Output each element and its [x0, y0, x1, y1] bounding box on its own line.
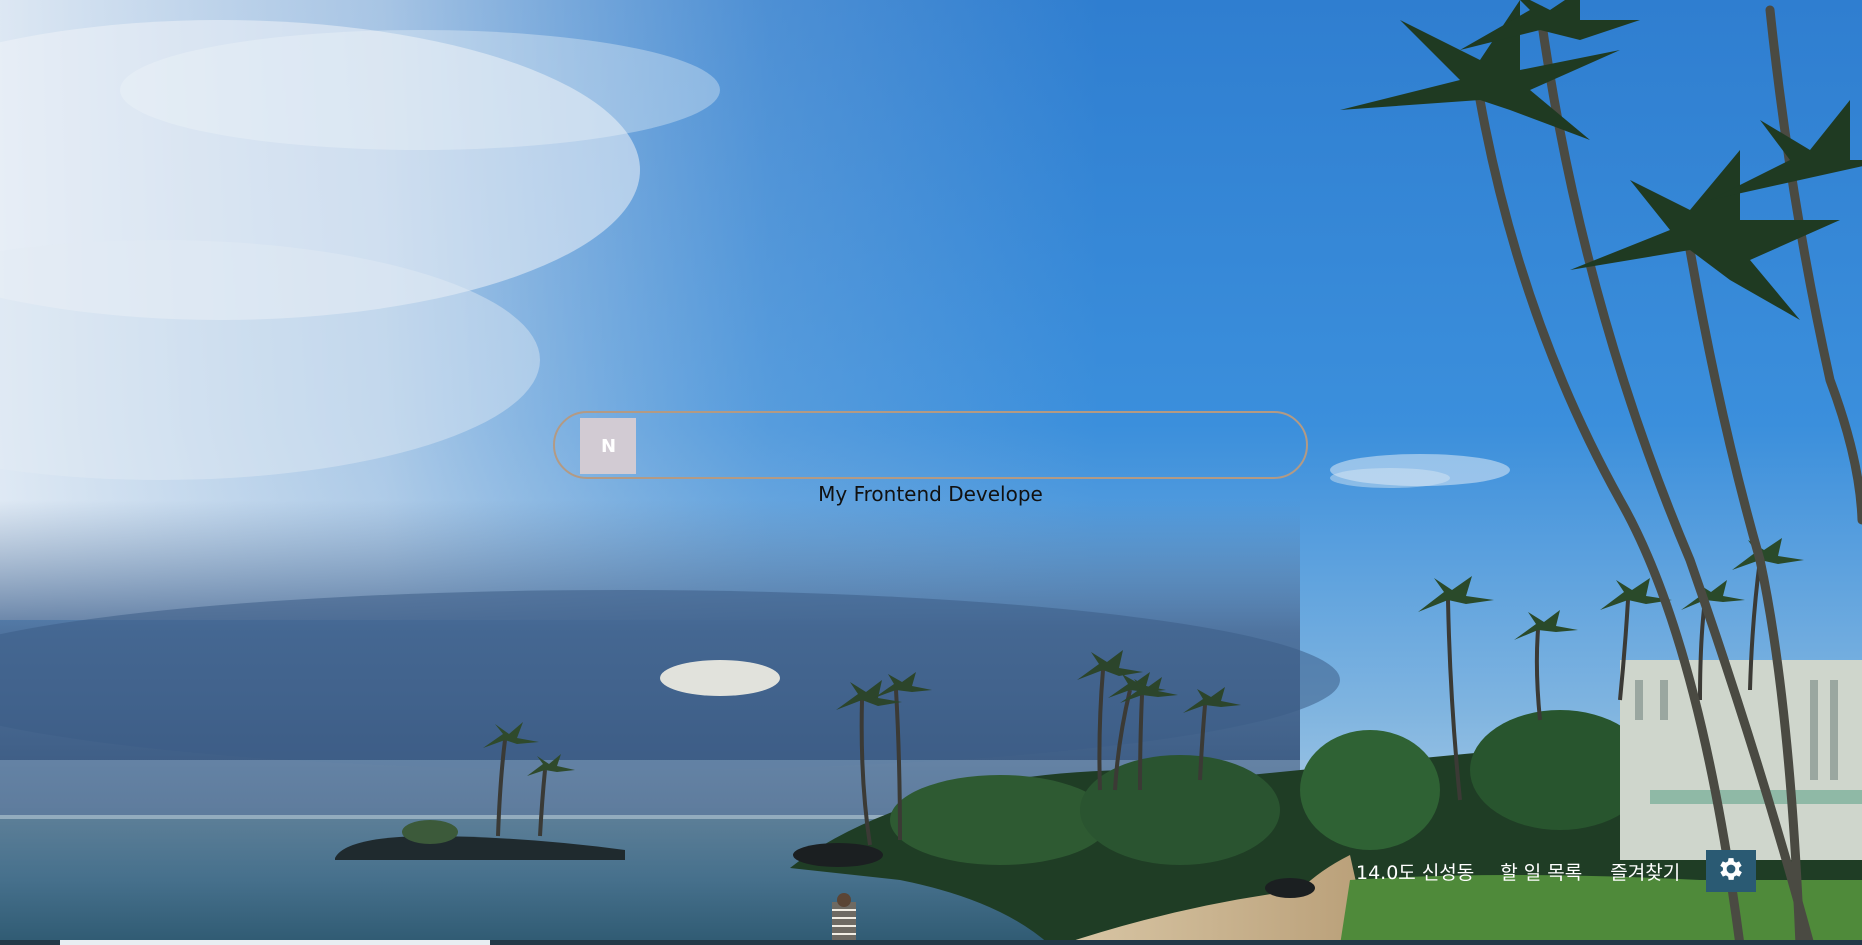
search-input[interactable] [647, 421, 1281, 473]
bookmarks-link[interactable]: 즐겨찾기 [1610, 858, 1680, 885]
tagline-text: My Frontend Develope [818, 482, 1043, 506]
bottom-toolbar: 14.0도 신성동 할 일 목록 즐겨찾기 [1356, 850, 1757, 892]
weather-text: 14.0도 신성동 [1356, 861, 1475, 884]
bottom-progress-bar [0, 940, 1862, 945]
search-box[interactable]: N [553, 411, 1308, 479]
bottom-progress-fill [60, 940, 490, 945]
gear-icon [1716, 854, 1746, 888]
todo-list-link[interactable]: 할 일 목록 [1500, 858, 1582, 885]
settings-button[interactable] [1706, 850, 1757, 892]
naver-logo-button[interactable]: N [580, 418, 636, 474]
naver-logo-letter: N [600, 435, 616, 457]
